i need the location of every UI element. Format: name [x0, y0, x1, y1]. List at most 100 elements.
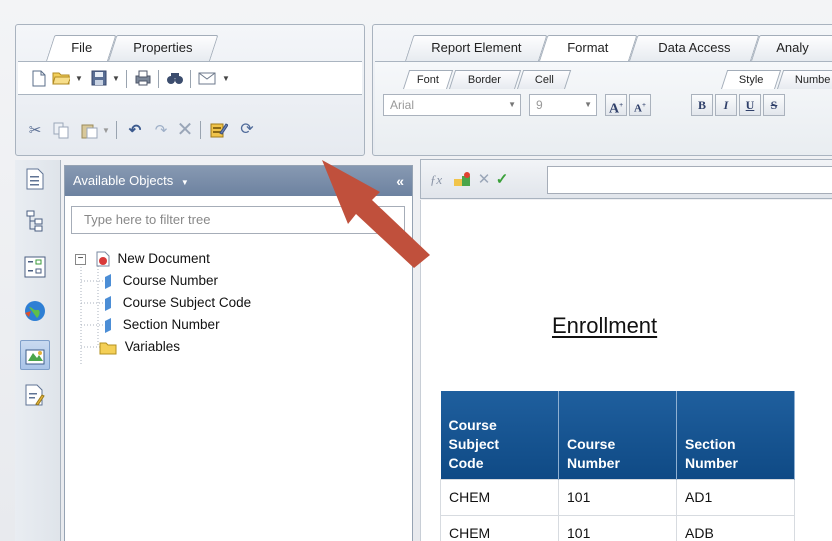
available-objects-icon[interactable] [20, 340, 50, 370]
folder-icon [99, 340, 117, 355]
subtab-number-label: Numbe [794, 74, 831, 86]
tree-node-new-document[interactable]: − New Document [75, 248, 210, 270]
tab-analysis[interactable]: Analy [751, 35, 832, 61]
tab-analysis-label: Analy [776, 40, 809, 55]
tree-node-course-number[interactable]: Course Number [103, 270, 218, 292]
bold-button[interactable]: B [691, 94, 713, 116]
strikethrough-label: S [770, 98, 778, 112]
table-cell[interactable]: ADB [676, 514, 795, 541]
subtab-font[interactable]: Font [403, 70, 454, 89]
tree-node-label: Section Number [122, 317, 220, 332]
web-intelligence-app: File Properties ▼ ▼ ▼ ✂ ▼ ↶ ↷ ✕ ⟳ Report… [0, 0, 832, 541]
open-folder-icon[interactable] [52, 69, 70, 87]
column-header[interactable]: Section Number [676, 391, 795, 479]
table-row: CHEM 101 ADB [440, 514, 795, 541]
tree-node-variables[interactable]: Variables [99, 336, 180, 358]
filter-tree-input[interactable]: Type here to filter tree [71, 206, 405, 234]
available-objects-header[interactable]: Available Objects ▼ « [65, 166, 412, 196]
tab-file-label: File [70, 40, 92, 55]
validate-formula-icon[interactable]: ✓ [493, 170, 511, 188]
font-size-combo[interactable]: 9 ▼ [529, 94, 597, 116]
side-panel-icons [15, 160, 61, 541]
tab-format[interactable]: Format [539, 35, 638, 61]
format-toolbar-body: Font Border Cell Style Numbe Arial ▼ 9 ▼ A… [375, 61, 832, 156]
table-header-row: Course Subject Code Course Number Section Nu… [440, 391, 795, 479]
email-dropdown-icon[interactable]: ▼ [222, 74, 230, 83]
refresh-icon[interactable]: ⟳ [238, 121, 256, 139]
font-name-combo[interactable]: Arial ▼ [383, 94, 521, 116]
document-structure-icon[interactable] [20, 380, 50, 410]
tree-node-label: Course Subject Code [122, 295, 252, 310]
filter-placeholder: Type here to filter tree [84, 212, 211, 227]
strikethrough-button[interactable]: S [763, 94, 785, 116]
chevron-down-icon[interactable]: ▼ [584, 95, 592, 115]
redo-icon[interactable]: ↷ [152, 121, 170, 139]
tree-node-label: Course Number [122, 273, 219, 288]
webi-document-icon [96, 251, 110, 267]
tab-file[interactable]: File [46, 35, 117, 61]
table-cell[interactable]: CHEM [440, 478, 559, 516]
open-dropdown-icon[interactable]: ▼ [75, 74, 83, 83]
tab-data-access[interactable]: Data Access [629, 35, 760, 61]
document-summary-icon[interactable] [20, 164, 50, 194]
tree-node-course-subject-code[interactable]: Course Subject Code [103, 292, 251, 314]
italic-button[interactable]: I [715, 94, 737, 116]
toolbar-separator [200, 121, 201, 139]
tab-properties[interactable]: Properties [108, 35, 219, 61]
data-access-icon[interactable] [20, 296, 50, 326]
table-cell[interactable]: 101 [558, 478, 677, 516]
table-cell[interactable]: AD1 [676, 478, 795, 516]
shrink-font-icon[interactable]: A+ [629, 94, 651, 116]
subtab-style[interactable]: Style [721, 70, 782, 89]
new-document-icon[interactable] [30, 69, 48, 87]
print-icon[interactable] [134, 69, 152, 87]
email-icon[interactable] [198, 69, 216, 87]
formula-input[interactable] [547, 166, 832, 194]
collapse-panel-icon[interactable]: « [396, 166, 404, 196]
report-title[interactable]: Enrollment [552, 313, 657, 339]
save-dropdown-icon[interactable]: ▼ [112, 74, 120, 83]
find-icon[interactable] [166, 69, 184, 87]
underline-button[interactable]: U [739, 94, 761, 116]
font-name-value: Arial [390, 98, 415, 112]
create-variable-icon[interactable] [453, 170, 471, 188]
subtab-border[interactable]: Border [449, 70, 522, 89]
tab-report-element[interactable]: Report Element [405, 35, 548, 61]
collapse-node-icon[interactable]: − [75, 253, 86, 265]
table-row: CHEM 101 AD1 [440, 478, 795, 516]
subtab-cell[interactable]: Cell [517, 70, 572, 89]
table-cell[interactable]: 101 [558, 514, 677, 541]
tab-properties-label: Properties [133, 40, 193, 55]
paste-dropdown-icon[interactable]: ▼ [102, 126, 110, 135]
tab-format-label: Format [567, 40, 609, 55]
grow-font-icon[interactable]: A+ [605, 94, 627, 117]
undo-icon[interactable]: ↶ [126, 121, 144, 139]
subtab-number[interactable]: Numbe [777, 70, 832, 89]
column-header[interactable]: Course Number [558, 391, 677, 479]
tree-node-section-number[interactable]: Section Number [103, 314, 220, 336]
tab-data-access-label: Data Access [658, 40, 731, 55]
save-icon[interactable] [90, 69, 108, 87]
navigation-map-icon[interactable] [20, 206, 50, 236]
table-cell[interactable]: CHEM [440, 514, 559, 541]
cut-icon[interactable]: ✂ [26, 121, 44, 139]
subtab-border-label: Border [468, 74, 502, 86]
chevron-down-icon[interactable]: ▼ [508, 95, 516, 115]
chevron-down-icon[interactable]: ▼ [181, 178, 189, 187]
formula-bar: ƒx ✕ ✓ [420, 159, 832, 199]
delete-icon[interactable]: ✕ [176, 120, 194, 140]
formula-editor-icon[interactable]: ƒx [427, 170, 445, 188]
subtab-font-label: Font [416, 74, 439, 86]
copy-icon[interactable] [52, 121, 70, 139]
tree-node-label: Variables [124, 339, 181, 354]
report-table[interactable]: Course Subject Code Course Number Section Nu… [440, 391, 795, 541]
available-objects-title: Available Objects [73, 173, 174, 188]
tab-report-element-label: Report Element [431, 40, 522, 55]
input-controls-icon[interactable] [20, 252, 50, 282]
edit-query-icon[interactable] [210, 121, 228, 139]
dimension-icon [103, 295, 113, 312]
cancel-formula-icon[interactable]: ✕ [475, 170, 493, 188]
subtab-style-label: Style [738, 74, 764, 86]
column-header[interactable]: Course Subject Code [440, 391, 559, 479]
paste-icon[interactable] [80, 121, 98, 139]
